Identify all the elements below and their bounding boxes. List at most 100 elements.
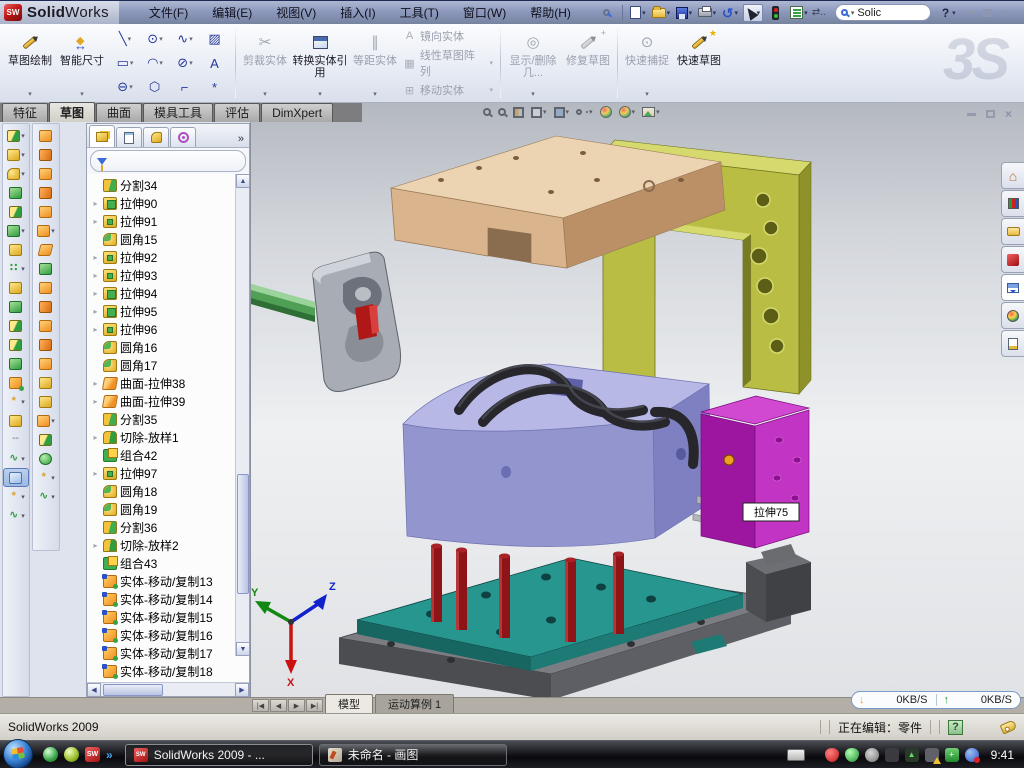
expand-arrow-icon[interactable]: ▸ bbox=[91, 397, 100, 406]
keyboard-layout-icon[interactable] bbox=[787, 749, 805, 761]
surfaces-toolbar-button[interactable] bbox=[33, 278, 59, 297]
close-button[interactable]: × bbox=[1000, 7, 1007, 19]
print-button[interactable]: ▾ bbox=[697, 4, 717, 22]
sketch-entity-button[interactable]: A bbox=[200, 51, 230, 75]
features-toolbar-button[interactable]: ▾ bbox=[3, 145, 29, 164]
document-tab[interactable]: 运动算例 1 bbox=[375, 694, 454, 713]
surfaces-toolbar-button[interactable] bbox=[33, 316, 59, 335]
feature-tree-item[interactable]: 圆角19 bbox=[91, 500, 249, 518]
convert-entities-button[interactable]: 转换实体引用▾ bbox=[291, 26, 349, 100]
tab-custom-properties[interactable] bbox=[1001, 330, 1024, 357]
features-toolbar-button[interactable] bbox=[3, 297, 29, 316]
sketch-entity-button[interactable]: ▨ bbox=[200, 27, 230, 51]
tab-solidworks-search[interactable] bbox=[1001, 246, 1024, 273]
surfaces-toolbar-button[interactable] bbox=[33, 449, 59, 468]
menu-item[interactable]: 窗口(W) bbox=[451, 1, 518, 24]
command-tab[interactable]: 曲面 bbox=[96, 103, 142, 122]
select-button[interactable]: ▾ bbox=[743, 4, 763, 22]
tab-design-library[interactable] bbox=[1001, 190, 1024, 217]
sync-tray-icon[interactable] bbox=[965, 748, 979, 762]
restore-button[interactable] bbox=[983, 9, 992, 17]
tree-horizontal-scrollbar[interactable]: ◀ ▶ bbox=[87, 682, 249, 696]
feature-tree-item[interactable]: 实体-移动/复制14 bbox=[91, 590, 249, 608]
features-toolbar-button[interactable]: *▾ bbox=[3, 392, 29, 411]
help-button[interactable]: ? bbox=[942, 6, 949, 20]
feature-tree-item[interactable]: 实体-移动/复制13 bbox=[91, 572, 249, 590]
sketch-entity-button[interactable]: ▭▾ bbox=[110, 51, 140, 75]
expand-arrow-icon[interactable]: ▸ bbox=[91, 271, 100, 280]
surfaces-toolbar-button[interactable] bbox=[33, 202, 59, 221]
security-tray-icon[interactable] bbox=[845, 748, 859, 762]
hscroll-thumb[interactable] bbox=[103, 684, 163, 696]
feature-tree-item[interactable]: 分割36 bbox=[91, 518, 249, 536]
tab-view-palette[interactable] bbox=[1001, 274, 1024, 301]
feature-tree-item[interactable]: 分割34 bbox=[91, 176, 249, 194]
expand-arrow-icon[interactable]: ▸ bbox=[91, 541, 100, 550]
new-document-button[interactable]: ▾ bbox=[628, 4, 648, 22]
updater-tray-icon[interactable]: ▲ bbox=[905, 748, 919, 762]
section-view-button[interactable] bbox=[513, 107, 524, 118]
surfaces-toolbar-button[interactable] bbox=[33, 297, 59, 316]
tab-configuration-manager[interactable] bbox=[143, 127, 169, 147]
model-magenta-block[interactable] bbox=[701, 396, 809, 566]
features-toolbar-button[interactable] bbox=[3, 335, 29, 354]
messenger-icon[interactable] bbox=[43, 747, 58, 762]
surfaces-toolbar-button[interactable] bbox=[33, 126, 59, 145]
options-button[interactable]: ▾ bbox=[789, 4, 809, 22]
next-tab-button[interactable]: ▶ bbox=[288, 699, 305, 712]
doc-minimize-button[interactable] bbox=[967, 113, 976, 116]
zoom-area-button[interactable] bbox=[498, 108, 506, 116]
taskbar-clock[interactable]: 9:41 bbox=[991, 748, 1014, 762]
tab-dimxpert-manager[interactable] bbox=[170, 127, 196, 147]
toolbar-overflow[interactable]: ⇄.. bbox=[812, 7, 826, 18]
surfaces-toolbar-button[interactable] bbox=[33, 183, 59, 202]
scroll-right-button[interactable]: ▶ bbox=[235, 683, 249, 697]
sketch-entity-button[interactable]: ⊘▾ bbox=[170, 51, 200, 75]
sketch-entity-button[interactable]: ⌐ bbox=[170, 75, 200, 99]
command-tab[interactable]: DimXpert bbox=[261, 103, 333, 122]
quick-launch-chevron[interactable]: » bbox=[106, 748, 113, 762]
settings-tray-icon[interactable] bbox=[865, 748, 879, 762]
rebuild-icon[interactable] bbox=[766, 4, 786, 22]
sketch-button[interactable]: 草图绘制▾ bbox=[4, 26, 56, 100]
tree-vertical-scrollbar[interactable]: ▲ ▼ bbox=[235, 174, 249, 656]
expand-arrow-icon[interactable]: ▸ bbox=[91, 325, 100, 334]
expand-arrow-icon[interactable]: ▸ bbox=[91, 469, 100, 478]
quick-snaps-button[interactable]: ⊙ 快速捕捉▾ bbox=[621, 26, 673, 100]
expand-arrow-icon[interactable]: ▸ bbox=[91, 289, 100, 298]
features-toolbar-button[interactable]: ╌ bbox=[3, 430, 29, 449]
save-button[interactable]: ▾ bbox=[674, 4, 694, 22]
antivirus-tray-icon[interactable] bbox=[825, 748, 839, 762]
surfaces-toolbar-button[interactable] bbox=[33, 373, 59, 392]
menu-item[interactable]: 视图(V) bbox=[264, 1, 328, 24]
taskbar-button-paint[interactable]: 未命名 - 画图 bbox=[319, 744, 507, 766]
surfaces-toolbar-button[interactable] bbox=[33, 354, 59, 373]
surfaces-toolbar-button[interactable] bbox=[33, 335, 59, 354]
feature-tree-item[interactable]: ▸ 拉伸90 bbox=[91, 194, 249, 212]
command-tab[interactable]: 评估 bbox=[214, 103, 260, 122]
expand-arrow-icon[interactable]: ▸ bbox=[91, 253, 100, 262]
sketch-entity-button[interactable]: ╲▾ bbox=[110, 27, 140, 51]
expand-arrow-icon[interactable]: ▸ bbox=[91, 379, 100, 388]
stack-tool-button[interactable]: A镜向实体 bbox=[401, 28, 497, 44]
feature-tree-item[interactable]: ▸ 拉伸92 bbox=[91, 248, 249, 266]
features-toolbar-button[interactable] bbox=[3, 373, 29, 392]
feature-tree-item[interactable]: 圆角17 bbox=[91, 356, 249, 374]
tab-property-manager[interactable] bbox=[116, 127, 142, 147]
features-toolbar-button[interactable]: ∿▾ bbox=[3, 506, 29, 525]
feature-tree-item[interactable]: ▸ 拉伸95 bbox=[91, 302, 249, 320]
surfaces-toolbar-button[interactable]: ▾ bbox=[33, 411, 59, 430]
prev-tab-button[interactable]: ◀ bbox=[270, 699, 287, 712]
zoom-fit-button[interactable] bbox=[483, 108, 491, 116]
tab-file-explorer[interactable] bbox=[1001, 218, 1024, 245]
minimize-button[interactable] bbox=[966, 11, 975, 14]
menu-item[interactable]: 插入(I) bbox=[328, 1, 387, 24]
feature-tree-item[interactable]: ▸ 拉伸94 bbox=[91, 284, 249, 302]
graphics-viewport[interactable]: 拉伸75 X Y Z bbox=[250, 103, 1024, 697]
smart-dimension-button[interactable]: 智能尺寸▾ bbox=[56, 26, 108, 100]
feature-tree-item[interactable]: ▸ 曲面-拉伸39 bbox=[91, 392, 249, 410]
stack-tool-button[interactable]: ⊞移动实体▾ bbox=[401, 82, 497, 98]
tab-feature-manager[interactable] bbox=[89, 125, 115, 147]
scroll-left-button[interactable]: ◀ bbox=[87, 683, 101, 697]
menu-item[interactable]: 工具(T) bbox=[388, 1, 451, 24]
